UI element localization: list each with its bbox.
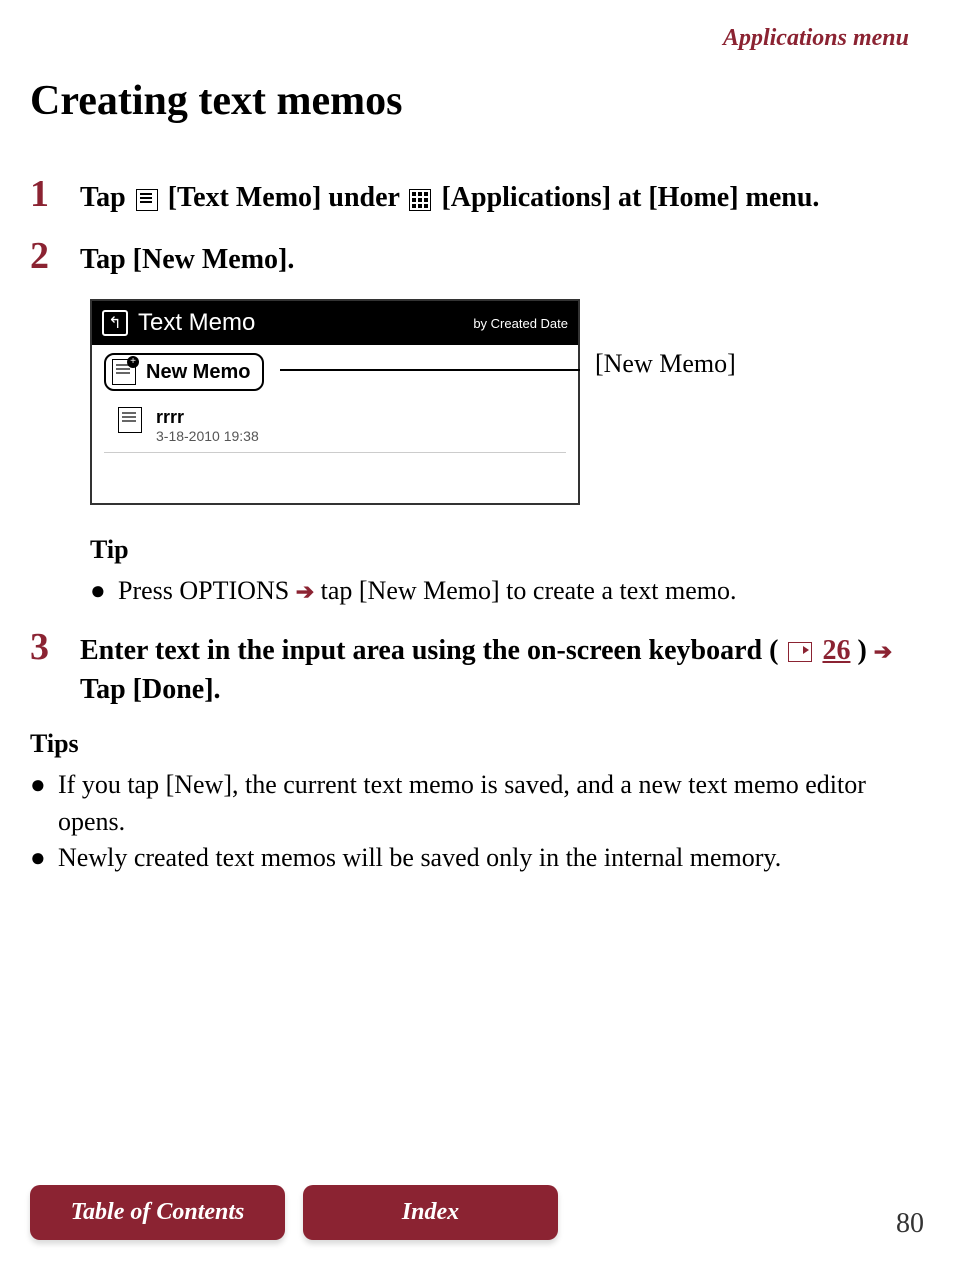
new-memo-label: New Memo: [146, 361, 250, 384]
breadcrumb[interactable]: Applications menu: [30, 20, 924, 52]
tips-title: Tips: [30, 729, 924, 759]
tip-text: Newly created text memos will be saved o…: [58, 840, 781, 876]
tip-item: ● Newly created text memos will be saved…: [30, 840, 924, 876]
step-text: Enter text in the input area using the o…: [80, 635, 778, 666]
index-button[interactable]: Index: [303, 1185, 558, 1240]
memo-icon: [118, 407, 142, 433]
screenshot-container: ↰ Text Memo by Created Date New Memo rrr…: [90, 299, 924, 505]
memo-item-title: rrrr: [156, 407, 259, 428]
memo-list-item: rrrr 3-18-2010 19:38: [104, 399, 566, 453]
bullet-icon: ●: [90, 573, 118, 609]
page-link[interactable]: 26: [822, 635, 850, 666]
bullet-icon: ●: [30, 767, 58, 840]
arrow-icon: ➔: [296, 579, 314, 604]
device-header: ↰ Text Memo by Created Date: [92, 301, 578, 345]
step-text: Tap: [80, 182, 133, 213]
new-memo-button: New Memo: [104, 353, 264, 391]
tip-text: Press OPTIONS: [118, 576, 296, 605]
bullet-icon: ●: [30, 840, 58, 876]
memo-item-date: 3-18-2010 19:38: [156, 428, 259, 444]
back-icon: ↰: [102, 310, 128, 336]
page-number: 80: [896, 1208, 924, 1240]
tip-item: ● If you tap [New], the current text mem…: [30, 767, 924, 840]
tips-section: Tips ● If you tap [New], the current tex…: [30, 729, 924, 876]
device-screenshot: ↰ Text Memo by Created Date New Memo rrr…: [90, 299, 580, 505]
tip-text: If you tap [New], the current text memo …: [58, 767, 924, 840]
step-2: 2 Tap [New Memo].: [30, 237, 924, 279]
step-content: Tap [New Memo].: [80, 237, 924, 279]
step-text: [Text Memo] under: [168, 182, 407, 213]
page-title: Creating text memos: [30, 77, 924, 125]
callout-line: [280, 369, 580, 371]
step-text: Tap [Done].: [80, 674, 221, 705]
toc-button[interactable]: Table of Contents: [30, 1185, 285, 1240]
tip-text: tap [New Memo] to create a text memo.: [321, 576, 737, 605]
sort-label: by Created Date: [473, 316, 568, 331]
step-content: Enter text in the input area using the o…: [80, 628, 924, 709]
arrow-icon: ➔: [874, 639, 892, 664]
tip-title: Tip: [90, 535, 924, 565]
footer-nav: Table of Contents Index 80: [30, 1185, 924, 1240]
step-text: [Applications] at [Home] menu.: [441, 182, 819, 213]
text-memo-icon: [136, 189, 158, 211]
step-1: 1 Tap [Text Memo] under [Applications] a…: [30, 175, 924, 217]
applications-icon: [409, 189, 431, 211]
tip-section: Tip ● Press OPTIONS ➔ tap [New Memo] to …: [90, 535, 924, 609]
step-content: Tap [Text Memo] under [Applications] at …: [80, 175, 924, 217]
callout-label: [New Memo]: [595, 349, 736, 379]
tip-item: ● Press OPTIONS ➔ tap [New Memo] to crea…: [90, 573, 924, 609]
device-title: Text Memo: [138, 309, 255, 337]
step-3: 3 Enter text in the input area using the…: [30, 628, 924, 709]
step-text: ): [857, 635, 873, 666]
step-number: 1: [30, 175, 80, 217]
step-number: 3: [30, 628, 80, 709]
step-number: 2: [30, 237, 80, 279]
page-icon: [788, 642, 812, 662]
new-memo-icon: [112, 359, 136, 385]
new-memo-row: New Memo: [92, 345, 578, 399]
